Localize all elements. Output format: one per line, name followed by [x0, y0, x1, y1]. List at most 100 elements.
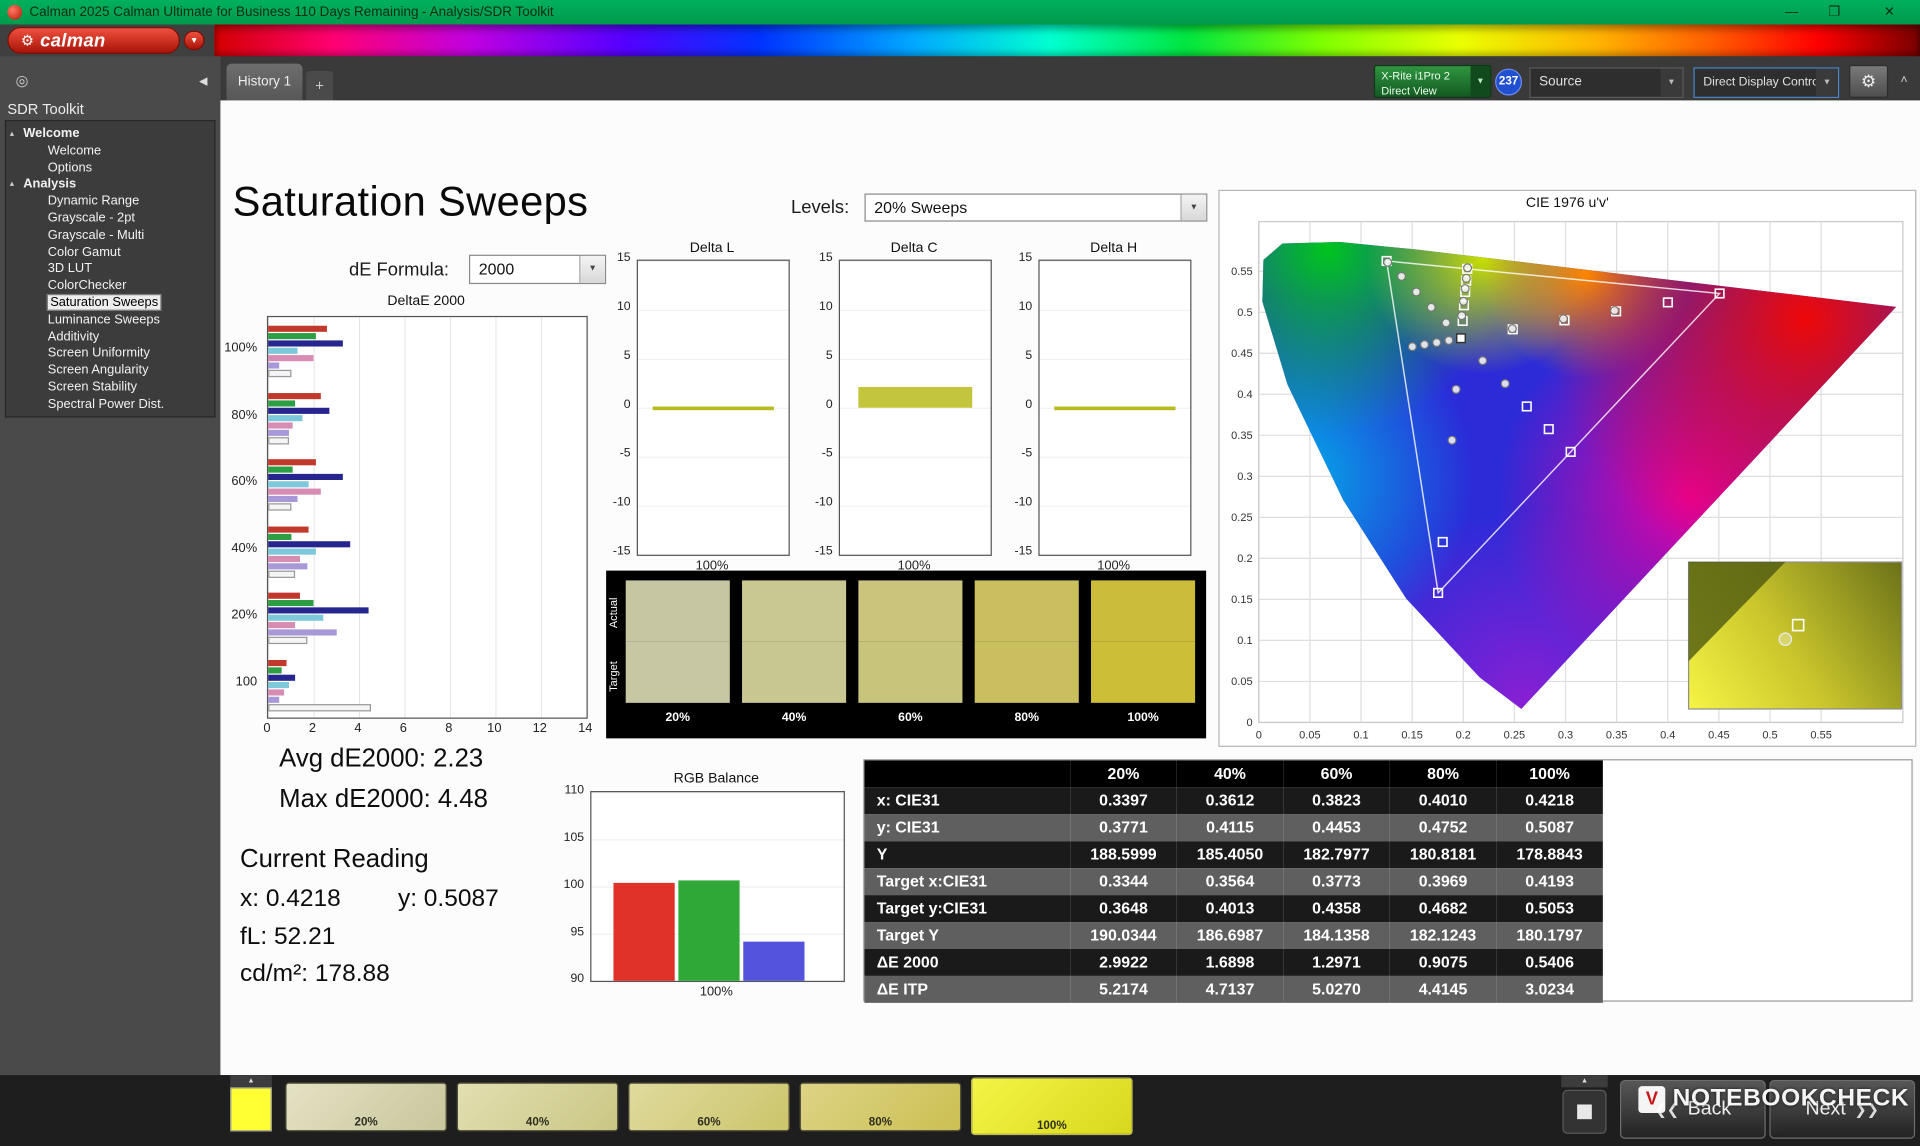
axis-tick-label: -10: [612, 495, 631, 510]
deltae-bar: [268, 703, 371, 711]
deltae-bar: [268, 495, 298, 503]
svg-text:0.55: 0.55: [1231, 266, 1252, 278]
actual-target-swatch-panel: Actual Target 20% 40% 60% 80% 100%: [606, 570, 1207, 739]
deltae-bar: [268, 547, 316, 555]
table-cell: 0.3344: [1070, 868, 1177, 896]
deltae-bar: [268, 369, 292, 378]
sidebar-item-grayscale-2pt[interactable]: Grayscale - 2pt: [6, 211, 214, 228]
tab-history-1[interactable]: History 1: [226, 63, 303, 101]
source-selector[interactable]: Source ▼: [1529, 67, 1684, 98]
level-swatch-button-100[interactable]: 100%: [971, 1077, 1133, 1136]
pattern-popup-tab[interactable]: ▲: [230, 1075, 272, 1088]
settings-gear-button[interactable]: ⚙: [1848, 64, 1889, 98]
sidebar-item-dynamic-range[interactable]: Dynamic Range: [6, 194, 214, 211]
deltae-chart-title: DeltaE 2000: [387, 293, 465, 309]
de-formula-label: dE Formula:: [348, 259, 450, 281]
table-row-target-x-cie31: Target x:CIE31 0.3344 0.3564 0.3773 0.3969 0.…: [864, 868, 1603, 896]
back-button[interactable]: ❮❮ Back: [1620, 1080, 1766, 1139]
cie-measured-marker: [1411, 287, 1421, 297]
axis-tick-label: 100: [563, 877, 585, 892]
sidebar-item-grayscale-multi[interactable]: Grayscale - Multi: [6, 227, 214, 244]
target-circle-icon[interactable]: ◎: [12, 71, 32, 91]
de-formula-value: 2000: [478, 259, 515, 278]
level-swatch-button-20[interactable]: 20%: [285, 1082, 447, 1132]
sidebar-item-saturation-sweeps[interactable]: Saturation Sweeps: [6, 293, 214, 312]
table-column-header: 100%: [1496, 760, 1603, 788]
sidebar-item-spectral-power-dist[interactable]: Spectral Power Dist.: [6, 396, 214, 413]
display-control-dropdown-arrow[interactable]: ▼: [1815, 68, 1838, 97]
table-cell: 184.1358: [1283, 922, 1390, 949]
levels-dropdown-arrow[interactable]: ▼: [1180, 194, 1207, 221]
sidebar-item-screen-stability[interactable]: Screen Stability: [6, 380, 214, 397]
axis-tick-label: -15: [1014, 544, 1033, 559]
cie-measured-marker: [1507, 324, 1517, 334]
sidebar-collapse-icon[interactable]: ◀: [193, 71, 213, 91]
rgb-balance-plot: [590, 791, 845, 983]
table-cell: 5.0270: [1283, 975, 1390, 1003]
next-button[interactable]: Next ❯❯: [1769, 1080, 1916, 1139]
sidebar-item-luminance-sweeps[interactable]: Luminance Sweeps: [6, 312, 214, 329]
level-swatch-button-80[interactable]: 80%: [799, 1082, 962, 1132]
meter-selector[interactable]: X-Rite i1Pro 2 Direct View ▼: [1373, 64, 1492, 98]
close-button[interactable]: ✕: [1871, 0, 1908, 24]
cie-measured-marker: [1457, 311, 1467, 321]
active-color-patch-button[interactable]: [230, 1087, 272, 1132]
current-cdm2: cd/m²: 178.88: [240, 960, 390, 987]
cie-white-point-marker: [1455, 333, 1467, 344]
delta-value-bar: [653, 405, 774, 410]
maximize-button[interactable]: ❐: [1816, 0, 1853, 24]
meter-dropdown-arrow[interactable]: ▼: [1470, 66, 1491, 97]
cie-measured-marker: [1463, 263, 1473, 273]
svg-text:0.4: 0.4: [1237, 389, 1252, 401]
level-swatch-button-60[interactable]: 60%: [628, 1082, 790, 1132]
deltae-bar: [268, 347, 298, 354]
level-swatch-label: 40%: [525, 1115, 550, 1129]
calman-logo-text: calman: [40, 30, 106, 51]
deltae-bar: [268, 340, 344, 347]
table-cell: 180.1797: [1496, 922, 1603, 949]
sidebar-item-welcome[interactable]: Welcome: [6, 143, 214, 160]
deltae-bar: [268, 429, 289, 436]
swatch-target: [858, 641, 963, 703]
sidebar-item-3d-lut[interactable]: 3D LUT: [6, 261, 214, 278]
delta-l-y-axis: 15 10 5 0 -5 -10 -15: [598, 251, 635, 558]
calman-menu-button[interactable]: ⚙ calman: [7, 26, 180, 54]
calman-menu-arrow[interactable]: ▼: [183, 30, 205, 51]
de-formula-dropdown[interactable]: 2000 ▼: [468, 254, 607, 285]
minimize-button[interactable]: —: [1773, 0, 1810, 24]
collapse-panel-chevron[interactable]: ˄: [1893, 69, 1915, 93]
pattern-window-button[interactable]: [1562, 1089, 1607, 1134]
sidebar-item-screen-angularity[interactable]: Screen Angularity: [6, 363, 214, 380]
delta-c-y-axis: 15 10 5 0 -5 -10 -15: [800, 251, 837, 558]
current-x: x: 0.4218: [240, 885, 341, 913]
levels-dropdown[interactable]: 20% Sweeps ▼: [864, 193, 1208, 222]
axis-tick-label: 5: [825, 348, 833, 363]
axis-tick-label: 0: [825, 397, 833, 412]
sidebar-item-options[interactable]: Options: [6, 160, 214, 177]
calman-gear-icon: ⚙: [20, 31, 34, 49]
workflow-tree: ▴ Welcome Welcome Options ▴ Analysis Dynamic R…: [4, 120, 216, 418]
source-dropdown-arrow[interactable]: ▼: [1660, 68, 1683, 97]
sidebar-section-analysis[interactable]: ▴ Analysis: [6, 177, 214, 194]
sidebar-item-additivity[interactable]: Additivity: [6, 329, 214, 346]
level-swatch-button-40[interactable]: 40%: [456, 1082, 619, 1132]
svg-text:0.2: 0.2: [1456, 729, 1471, 741]
cie-measured-marker: [1478, 356, 1488, 366]
level-swatch-label: 80%: [868, 1115, 893, 1129]
axis-tick-label: -15: [612, 544, 631, 559]
svg-text:0.45: 0.45: [1708, 729, 1729, 741]
deltae-bar: [268, 681, 289, 688]
sidebar-item-color-gamut[interactable]: Color Gamut: [6, 244, 214, 261]
display-control-selector[interactable]: Direct Display Control ▼: [1693, 67, 1840, 98]
sidebar-item-screen-uniformity[interactable]: Screen Uniformity: [6, 346, 214, 363]
table-cell: 0.4682: [1389, 895, 1497, 923]
table-cell: 0.9075: [1389, 948, 1497, 976]
swatch-actual: [1091, 580, 1196, 642]
sidebar-item-colorchecker[interactable]: ColorChecker: [6, 278, 214, 295]
sidebar-section-welcome[interactable]: ▴ Welcome: [6, 126, 214, 143]
table-cell: 0.5087: [1496, 814, 1603, 842]
add-tab-button[interactable]: +: [306, 71, 334, 101]
window-popup-tab[interactable]: ▲: [1561, 1075, 1608, 1088]
table-cell: 0.3773: [1283, 868, 1390, 896]
sidebar-item-label: Dynamic Range: [47, 193, 140, 209]
